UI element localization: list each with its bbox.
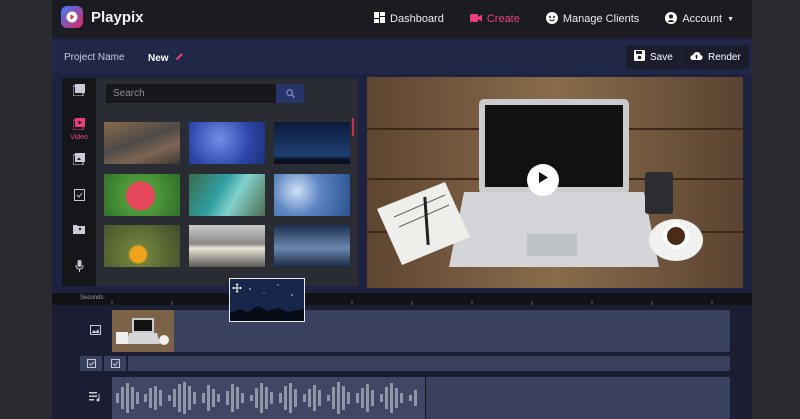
dashboard-icon bbox=[374, 12, 386, 26]
clip-preview bbox=[112, 310, 174, 352]
save-button[interactable]: Save bbox=[626, 45, 681, 69]
project-name-label: Project Name bbox=[64, 52, 125, 63]
smiley-icon bbox=[545, 11, 558, 27]
user-folder-icon bbox=[73, 224, 85, 236]
images-icon bbox=[72, 84, 85, 98]
logo[interactable]: Playpix bbox=[61, 6, 144, 28]
audio-clip[interactable] bbox=[112, 377, 425, 419]
play-button[interactable] bbox=[527, 164, 559, 196]
media-type-bar: Video bbox=[62, 78, 96, 286]
timeline-clip[interactable] bbox=[112, 310, 174, 352]
thumbnail-yellow-flower[interactable] bbox=[104, 225, 180, 267]
thumbnail-night-sky[interactable] bbox=[274, 122, 350, 164]
video-camera-icon bbox=[469, 13, 482, 26]
cloud-upload-icon bbox=[690, 51, 703, 64]
user-circle-icon bbox=[665, 11, 678, 27]
add-note-icon bbox=[86, 355, 96, 373]
move-icon bbox=[232, 280, 242, 298]
thumbnail-moonlit-sea[interactable] bbox=[274, 225, 350, 267]
media-scrollbar[interactable] bbox=[352, 118, 354, 136]
left-margin bbox=[0, 0, 52, 419]
nav-account[interactable]: Account ▼ bbox=[665, 11, 734, 27]
overlay-track[interactable] bbox=[128, 356, 730, 371]
right-margin bbox=[752, 0, 800, 419]
playpix-logo-icon bbox=[61, 6, 83, 28]
sidebar-item-folders[interactable] bbox=[62, 224, 96, 236]
add-text-button[interactable] bbox=[80, 356, 102, 371]
checkbox-icon bbox=[110, 355, 120, 373]
dragged-video-thumbnail[interactable] bbox=[229, 278, 305, 322]
render-label: Render bbox=[708, 51, 741, 63]
sidebar-item-audio[interactable] bbox=[62, 260, 96, 274]
add-overlay-button[interactable] bbox=[104, 356, 126, 371]
nav-manage-clients[interactable]: Manage Clients bbox=[545, 11, 640, 27]
nav-links: Dashboard Create Manage Clients Account … bbox=[374, 0, 734, 38]
nav-create[interactable]: Create bbox=[469, 13, 520, 26]
image-track[interactable] bbox=[112, 310, 730, 352]
app-name: Playpix bbox=[91, 8, 144, 26]
thumbnail-sunset-beach[interactable] bbox=[189, 225, 265, 267]
sidebar-item-notes[interactable] bbox=[62, 189, 96, 203]
video-library-icon bbox=[72, 118, 85, 132]
render-button[interactable]: Render bbox=[682, 45, 749, 69]
sidebar-item-photos[interactable] bbox=[62, 153, 96, 167]
pencil-icon[interactable] bbox=[175, 52, 184, 64]
app-window: Playpix Dashboard Create Manage Clients … bbox=[52, 0, 752, 419]
nav-create-label: Create bbox=[486, 13, 520, 25]
search-input[interactable] bbox=[106, 84, 276, 103]
thumbnail-aerial-coast[interactable] bbox=[189, 174, 265, 216]
nav-account-label: Account bbox=[682, 13, 723, 25]
project-name-value: New bbox=[148, 52, 169, 64]
thumbnail-water-waves[interactable] bbox=[104, 122, 180, 164]
add-note-icon bbox=[73, 189, 85, 203]
sidebar-item-label: Video bbox=[70, 134, 88, 141]
thumbnail-ice-pattern[interactable] bbox=[274, 174, 350, 216]
nav-dashboard-label: Dashboard bbox=[390, 13, 444, 25]
timeline: Seconds bbox=[52, 293, 752, 419]
thumbnail-blue-crystals[interactable] bbox=[189, 122, 265, 164]
photo-library-icon bbox=[72, 153, 85, 167]
media-library bbox=[96, 78, 358, 286]
image-track-icon bbox=[89, 322, 101, 340]
audio-waveform bbox=[116, 382, 417, 414]
playlist-icon bbox=[89, 389, 101, 407]
project-name[interactable]: New bbox=[148, 52, 184, 64]
save-label: Save bbox=[650, 51, 673, 63]
chevron-down-icon: ▼ bbox=[727, 15, 734, 23]
sidebar-item-video[interactable]: Video bbox=[62, 118, 96, 141]
ruler-ticks bbox=[111, 301, 713, 305]
playhead[interactable] bbox=[425, 377, 426, 419]
nav-dashboard[interactable]: Dashboard bbox=[374, 12, 444, 26]
time-ruler[interactable]: Seconds bbox=[52, 293, 752, 305]
nav-manage-clients-label: Manage Clients bbox=[562, 13, 640, 25]
thumbnail-red-rose[interactable] bbox=[104, 174, 180, 216]
search-button[interactable] bbox=[276, 84, 304, 103]
audio-track-handle[interactable] bbox=[80, 377, 110, 419]
play-icon bbox=[537, 171, 549, 189]
sidebar-item-images[interactable] bbox=[62, 84, 96, 98]
microphone-icon bbox=[75, 260, 84, 274]
search-icon bbox=[285, 85, 295, 103]
image-track-handle[interactable] bbox=[80, 310, 110, 352]
floppy-icon bbox=[634, 50, 645, 64]
top-nav: Playpix Dashboard Create Manage Clients … bbox=[52, 0, 752, 38]
